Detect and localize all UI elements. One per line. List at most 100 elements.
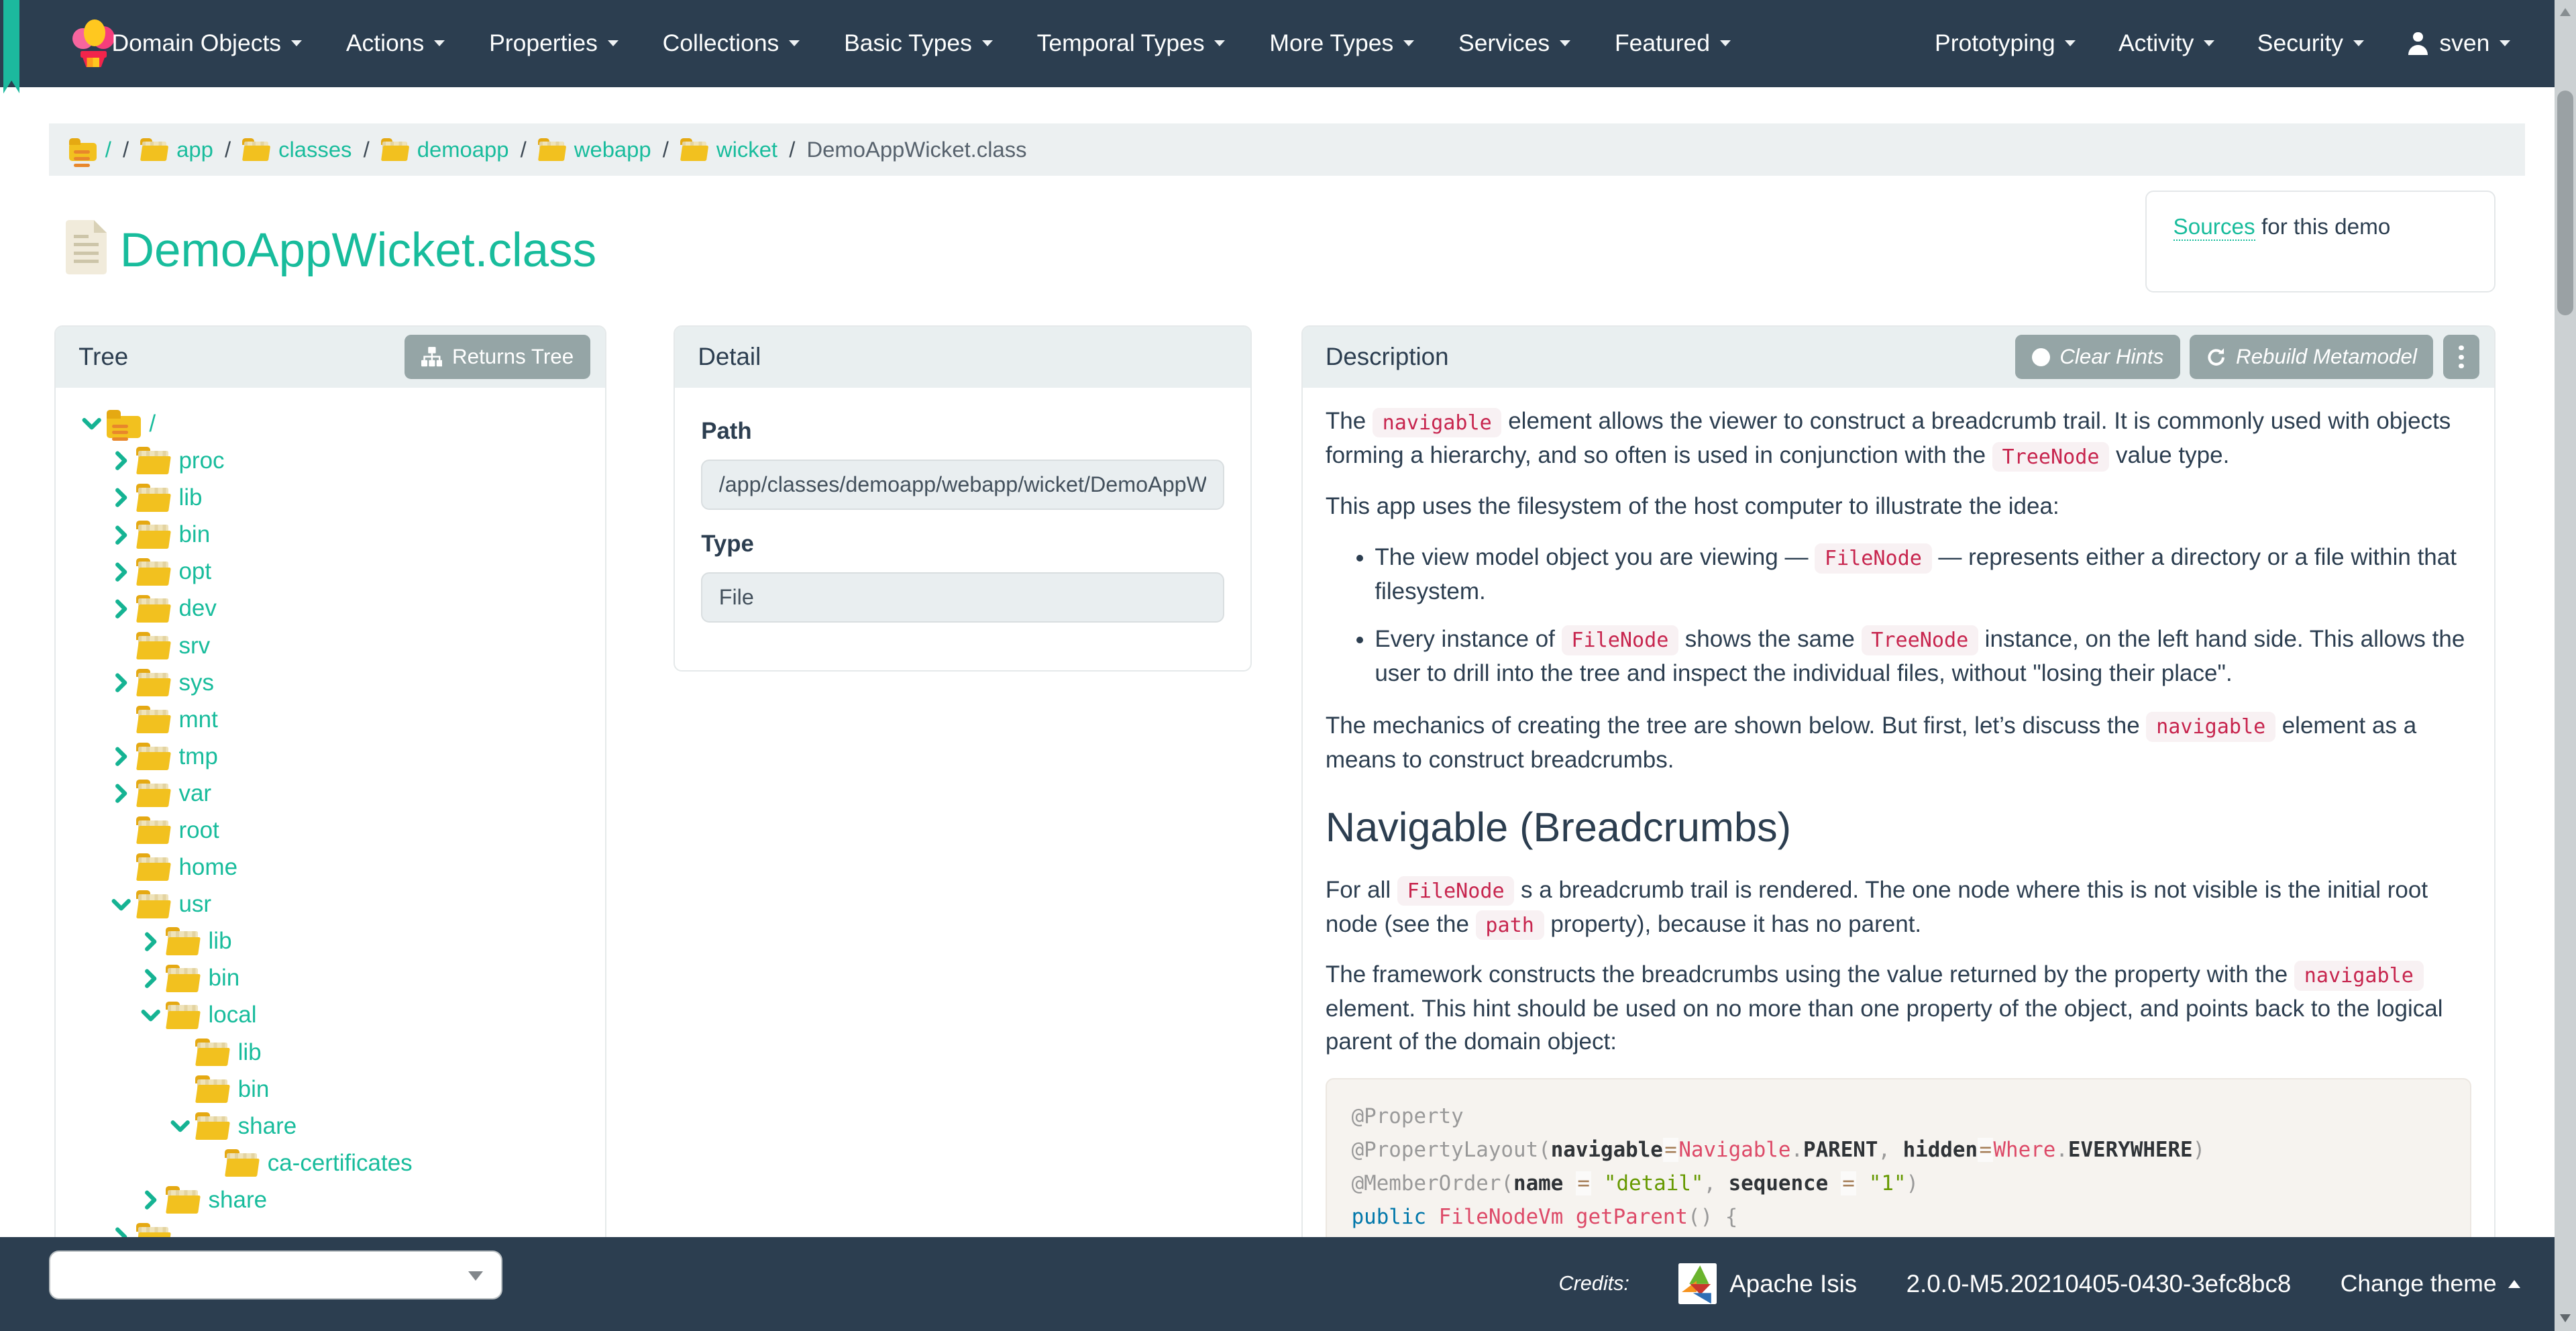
user-icon xyxy=(2406,32,2429,56)
folder-icon xyxy=(195,1075,231,1104)
breadcrumb-item[interactable]: webapp xyxy=(537,137,651,162)
tree-row: share xyxy=(80,1108,595,1144)
nav-menu-security[interactable]: Security xyxy=(2257,30,2364,57)
nav-menu-domain-objects[interactable]: Domain Objects xyxy=(112,30,302,57)
nav-menu-featured[interactable]: Featured xyxy=(1615,30,1731,57)
select-caret-icon xyxy=(468,1271,484,1281)
chevron-down-icon[interactable] xyxy=(110,893,133,916)
tree-node-link[interactable]: home xyxy=(178,854,237,881)
tree-node-link[interactable]: lib xyxy=(178,484,202,511)
tree-node-link[interactable]: bin xyxy=(238,1076,270,1103)
description-panel-title: Description xyxy=(1325,343,1449,371)
breadcrumb-item[interactable]: app xyxy=(140,137,213,162)
tree-node-select[interactable] xyxy=(49,1250,503,1300)
tree-row: lib xyxy=(80,480,595,517)
sources-link[interactable]: Sources xyxy=(2173,215,2255,242)
navbar-menus-left: Domain Objects Actions Properties Collectio… xyxy=(112,0,1731,87)
chevron-right-icon[interactable] xyxy=(140,1189,162,1212)
scroll-up-icon[interactable] xyxy=(2559,8,2571,17)
nav-menu-services[interactable]: Services xyxy=(1458,30,1570,57)
tree-node-link[interactable]: proc xyxy=(178,447,224,474)
app-root: Domain Objects Actions Properties Collectio… xyxy=(0,0,2576,1331)
tree-node-link[interactable]: srv xyxy=(178,633,210,659)
folder-icon xyxy=(136,631,171,660)
scrollbar-thumb[interactable] xyxy=(2557,90,2574,316)
returns-tree-button[interactable]: Returns Tree xyxy=(405,335,590,380)
breadcrumb-item[interactable]: classes xyxy=(242,137,352,162)
breadcrumb-item[interactable]: wicket xyxy=(680,137,777,162)
chevron-down-icon[interactable] xyxy=(80,413,103,435)
tree-node-link[interactable]: dev xyxy=(178,595,216,622)
tree-node-link[interactable]: share xyxy=(209,1187,268,1214)
tree-node-link[interactable]: root xyxy=(178,817,219,844)
tree-node-link[interactable]: bin xyxy=(209,965,240,992)
chevron-right-icon[interactable] xyxy=(140,930,162,953)
nav-menu-collections[interactable]: Collections xyxy=(663,30,800,57)
tree-node-link[interactable]: bin xyxy=(178,521,210,548)
chevron-right-icon[interactable] xyxy=(110,523,133,546)
detail-panel-title: Detail xyxy=(698,343,761,371)
breadcrumb: / / app / classes / demoapp / webapp / wicket / Demo… xyxy=(49,123,2526,176)
field-value: File xyxy=(718,584,754,609)
nav-menu-temporal-types[interactable]: Temporal Types xyxy=(1037,30,1226,57)
chevron-right-icon[interactable] xyxy=(110,672,133,694)
field-input-path[interactable]: /app/classes/demoapp/webapp/wicket/DemoA… xyxy=(701,460,1224,511)
rebuild-metamodel-button[interactable]: Rebuild Metamodel xyxy=(2190,335,2434,380)
brand-link[interactable]: Apache Isis xyxy=(1678,1263,1857,1305)
chevron-right-icon[interactable] xyxy=(110,745,133,768)
chevron-right-icon[interactable] xyxy=(110,449,133,472)
chevron-none xyxy=(199,1152,221,1175)
more-actions-button[interactable] xyxy=(2443,335,2479,380)
page-scrollbar[interactable] xyxy=(2555,0,2576,1331)
breadcrumb-item[interactable]: demoapp xyxy=(380,137,509,162)
detail-panel: Detail Path/app/classes/demoapp/webapp/w… xyxy=(674,325,1252,672)
chevron-right-icon[interactable] xyxy=(110,782,133,805)
field-input-type[interactable]: File xyxy=(701,572,1224,623)
tree-node-link[interactable]: var xyxy=(178,780,211,807)
nav-menu-prototyping[interactable]: Prototyping xyxy=(1935,30,2076,57)
breadcrumb-item[interactable]: / xyxy=(68,137,111,167)
change-theme-button[interactable]: Change theme xyxy=(2341,1270,2520,1297)
chevron-down-icon xyxy=(2500,40,2511,46)
tree-row: sys xyxy=(80,664,595,701)
tree-node-link[interactable]: usr xyxy=(178,891,211,918)
app-logo-icon[interactable] xyxy=(72,19,115,68)
folder-root-icon xyxy=(106,410,142,441)
nav-menu-basic-types[interactable]: Basic Types xyxy=(844,30,993,57)
nav-menu-label: Properties xyxy=(489,30,598,57)
nav-menu-properties[interactable]: Properties xyxy=(489,30,619,57)
nav-menu-label: Featured xyxy=(1614,30,1711,57)
folder-icon xyxy=(225,1149,260,1177)
chevron-none xyxy=(110,634,133,657)
chevron-right-icon[interactable] xyxy=(110,486,133,509)
chevron-down-icon[interactable] xyxy=(140,1004,162,1026)
inline-code: navigable xyxy=(1372,407,1502,438)
nav-menu-label: Activity xyxy=(2118,30,2194,57)
tree-row: ca-certificates xyxy=(80,1144,595,1181)
chevron-right-icon[interactable] xyxy=(110,560,133,583)
scroll-down-icon[interactable] xyxy=(2559,1314,2571,1323)
chevron-down-icon xyxy=(433,40,445,46)
field-value: /app/classes/demoapp/webapp/wicket/DemoA… xyxy=(718,472,1207,497)
tree-node-link[interactable]: tmp xyxy=(178,743,217,770)
nav-menu-activity[interactable]: Activity xyxy=(2118,30,2215,57)
tree-node-link[interactable]: / xyxy=(149,411,156,437)
clear-hints-button[interactable]: Clear Hints xyxy=(2015,335,2180,380)
nav-menu-sven[interactable]: sven xyxy=(2406,30,2511,57)
tree-node-link[interactable]: share xyxy=(238,1113,297,1140)
tree-node-link[interactable]: ca-certificates xyxy=(268,1150,413,1177)
tree-node-link[interactable]: local xyxy=(209,1002,257,1028)
nav-menu-actions[interactable]: Actions xyxy=(346,30,445,57)
nav-menu-more-types[interactable]: More Types xyxy=(1269,30,1414,57)
chevron-down-icon[interactable] xyxy=(169,1115,192,1138)
tree-node-link[interactable]: sys xyxy=(178,670,214,696)
nav-menu-label: Domain Objects xyxy=(111,30,282,57)
tree-node-link[interactable]: lib xyxy=(238,1039,262,1066)
tree-row: bin xyxy=(80,960,595,997)
chevron-right-icon[interactable] xyxy=(140,967,162,990)
tree-node-link[interactable]: mnt xyxy=(178,706,217,733)
chevron-right-icon[interactable] xyxy=(110,597,133,620)
tree-node-link[interactable]: lib xyxy=(209,928,232,955)
credits-label: Credits: xyxy=(1558,1272,1629,1295)
tree-node-link[interactable]: opt xyxy=(178,558,211,585)
